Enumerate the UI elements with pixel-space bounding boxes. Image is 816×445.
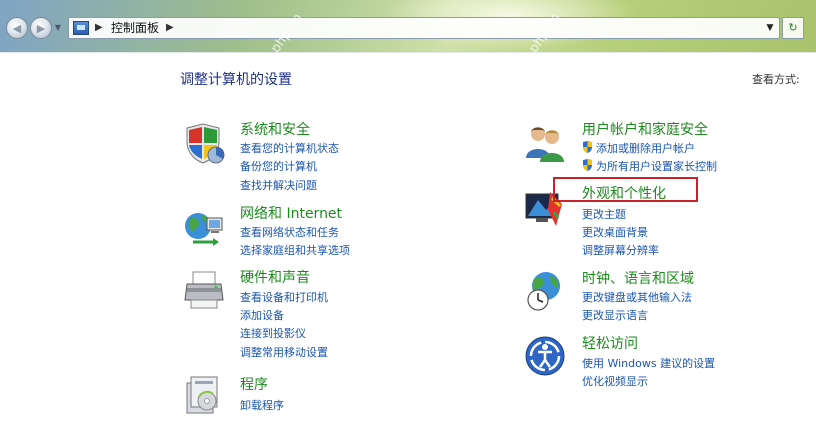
watermark: php.cn bbox=[268, 11, 306, 56]
category-link-label: 为所有用户设置家长控制 bbox=[596, 160, 717, 173]
category-link[interactable]: 查看网络状态和任务 bbox=[240, 224, 339, 240]
category-link[interactable]: 查看设备和打印机 bbox=[240, 289, 328, 305]
breadcrumb-chevron-icon[interactable]: ▶ bbox=[95, 21, 103, 35]
category-link[interactable]: 选择家庭组和共享选项 bbox=[240, 242, 350, 258]
back-arrow-icon: ◀ bbox=[12, 21, 22, 35]
category-link[interactable]: 查看您的计算机状态 bbox=[240, 140, 339, 156]
category-title[interactable]: 用户帐户和家庭安全 bbox=[582, 119, 708, 139]
category-link[interactable]: 优化视频显示 bbox=[582, 373, 648, 389]
category-title[interactable]: 轻松访问 bbox=[582, 333, 638, 353]
category-link[interactable]: 更改桌面背景 bbox=[582, 224, 648, 240]
uac-shield-icon bbox=[583, 159, 592, 171]
category-title[interactable]: 系统和安全 bbox=[240, 119, 310, 139]
category-link[interactable]: 调整常用移动设置 bbox=[240, 344, 328, 360]
category-title[interactable]: 硬件和声音 bbox=[240, 267, 310, 287]
category-link-label: 添加或删除用户帐户 bbox=[596, 142, 695, 155]
address-toolbar: ◀ ▶ ▼ ▶ 控制面板 ▶ php.cn php.cn ▼ ↻ bbox=[0, 0, 816, 56]
category-link[interactable]: 查找并解决问题 bbox=[240, 177, 317, 193]
category-link[interactable]: 调整屏幕分辨率 bbox=[582, 242, 659, 258]
address-dropdown-icon[interactable]: ▼ bbox=[763, 20, 777, 36]
users-icon bbox=[526, 127, 564, 162]
control-panel-icon bbox=[73, 21, 89, 35]
refresh-icon: ↻ bbox=[788, 21, 798, 34]
address-bar[interactable]: ▶ 控制面板 ▶ php.cn php.cn ▼ bbox=[68, 11, 780, 56]
refresh-button[interactable]: ↻ bbox=[782, 17, 804, 39]
highlight-box bbox=[553, 177, 698, 202]
category-link[interactable]: 备份您的计算机 bbox=[240, 158, 317, 174]
category-link[interactable]: 使用 Windows 建议的设置 bbox=[582, 355, 715, 371]
category-link[interactable]: 添加或删除用户帐户 bbox=[582, 140, 695, 156]
category-title[interactable]: 时钟、语言和区域 bbox=[582, 268, 694, 288]
clock-globe-icon bbox=[527, 272, 560, 311]
category-link[interactable]: 更改显示语言 bbox=[582, 307, 648, 323]
view-by-label: 查看方式: bbox=[752, 73, 800, 86]
category-link[interactable]: 更改主题 bbox=[582, 206, 626, 222]
category-link[interactable]: 添加设备 bbox=[240, 307, 284, 323]
category-link[interactable]: 连接到投影仪 bbox=[240, 325, 306, 341]
shield-security-icon bbox=[186, 123, 225, 164]
printer-icon bbox=[184, 271, 224, 309]
breadcrumb-chevron-icon[interactable]: ▶ bbox=[166, 21, 174, 35]
back-button[interactable]: ◀ bbox=[6, 17, 28, 39]
category-link[interactable]: 卸载程序 bbox=[240, 397, 284, 413]
uac-shield-icon bbox=[583, 141, 592, 153]
network-globe-icon bbox=[185, 213, 223, 246]
toolbar-divider bbox=[0, 52, 816, 53]
category-title[interactable]: 程序 bbox=[240, 374, 268, 394]
ease-of-access-icon bbox=[525, 336, 565, 376]
category-link[interactable]: 为所有用户设置家长控制 bbox=[582, 158, 717, 174]
forward-button[interactable]: ▶ bbox=[30, 17, 52, 39]
forward-arrow-icon: ▶ bbox=[36, 21, 46, 35]
programs-icon bbox=[186, 376, 218, 414]
recent-pages-dropdown[interactable]: ▼ bbox=[53, 23, 63, 33]
category-title[interactable]: 网络和 Internet bbox=[240, 203, 342, 223]
breadcrumb-control-panel[interactable]: 控制面板 bbox=[111, 21, 159, 35]
page-title: 调整计算机的设置 bbox=[180, 72, 292, 88]
category-link[interactable]: 更改键盘或其他输入法 bbox=[582, 289, 692, 305]
